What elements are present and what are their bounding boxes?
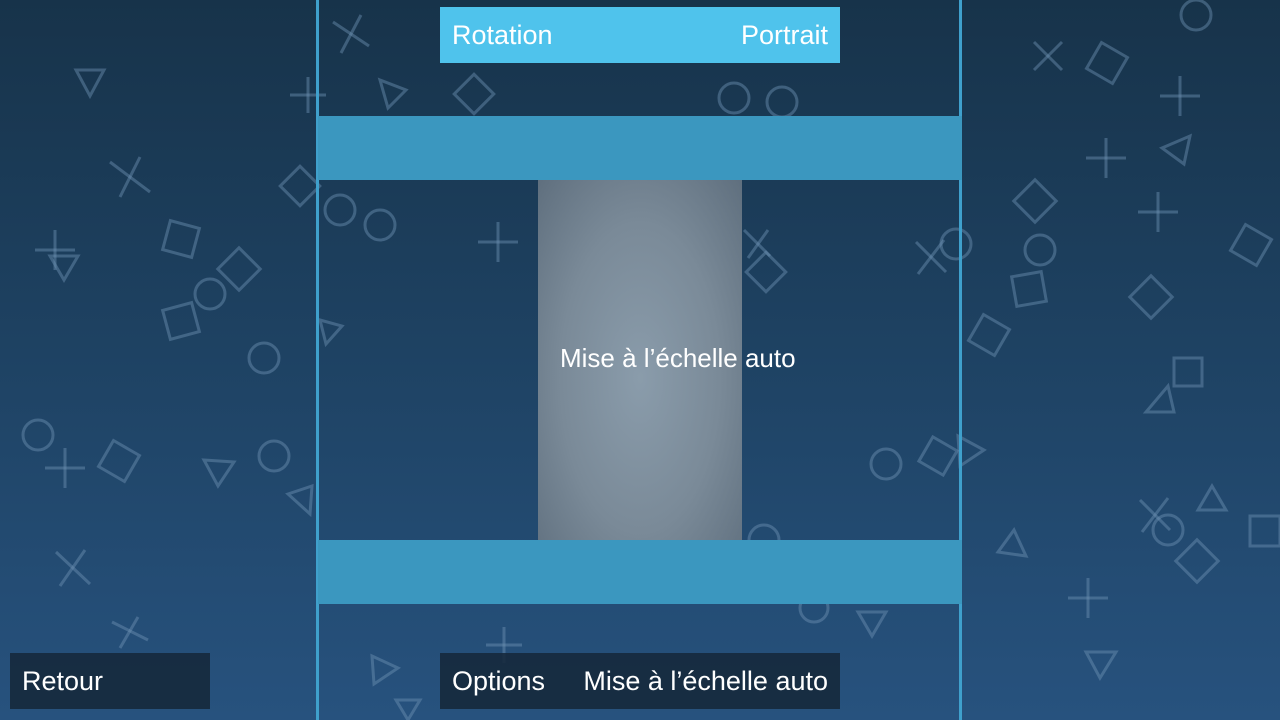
- preview-label: Mise à l’échelle auto: [560, 343, 796, 373]
- circle-icon: [1179, 0, 1213, 32]
- circle-icon: [869, 447, 903, 481]
- triangle-icon: [1083, 650, 1119, 682]
- frame-right-border: [959, 0, 962, 720]
- square-icon: [96, 438, 142, 484]
- cross-icon: [109, 156, 151, 198]
- square-icon: [1009, 269, 1049, 309]
- cross-icon: [1138, 192, 1178, 232]
- triangle-icon: [1142, 382, 1176, 414]
- options-label: Options: [452, 665, 546, 696]
- preview-top-band: [318, 116, 962, 180]
- square-icon: [215, 245, 263, 293]
- square-icon: [278, 164, 322, 208]
- square-icon: [1127, 273, 1175, 321]
- triangle-icon: [317, 317, 345, 348]
- circle-icon: [939, 227, 973, 261]
- cross-icon: [290, 77, 326, 113]
- triangle-icon: [393, 698, 423, 720]
- options-value: Mise à l’échelle auto: [583, 665, 828, 696]
- square-icon: [160, 218, 202, 260]
- square-icon: [1228, 222, 1274, 268]
- back-button[interactable]: Retour: [10, 653, 210, 709]
- circle-icon: [1023, 233, 1057, 267]
- circle-icon: [257, 439, 291, 473]
- frame-left-border: [316, 0, 319, 720]
- rotation-choice[interactable]: Rotation Portrait: [440, 7, 840, 63]
- cross-icon: [1068, 578, 1108, 618]
- square-icon: [1248, 514, 1280, 548]
- square-icon: [916, 434, 960, 478]
- cross-icon: [111, 616, 149, 649]
- cross-icon: [1086, 138, 1126, 178]
- triangle-icon: [285, 483, 314, 518]
- square-icon: [1011, 177, 1059, 225]
- square-icon: [744, 250, 788, 294]
- cross-icon: [54, 549, 92, 587]
- circle-icon: [363, 208, 397, 242]
- triangle-icon: [855, 610, 889, 639]
- square-icon: [160, 300, 202, 342]
- square-icon: [1173, 537, 1221, 585]
- square-icon: [1172, 356, 1204, 388]
- triangle-icon: [370, 653, 402, 687]
- preview-bottom-band: [318, 540, 962, 604]
- triangle-icon: [201, 458, 237, 489]
- options-choice[interactable]: Options Mise à l’échelle auto: [440, 653, 840, 709]
- square-icon: [966, 312, 1012, 358]
- triangle-icon: [995, 527, 1029, 558]
- triangle-icon: [73, 68, 107, 100]
- rotation-value: Portrait: [740, 19, 828, 50]
- rotation-label: Rotation: [452, 19, 553, 50]
- cross-icon: [332, 14, 370, 54]
- circle-icon: [247, 341, 281, 375]
- cross-icon: [1160, 76, 1200, 116]
- cross-icon: [478, 222, 518, 262]
- triangle-icon: [1158, 133, 1193, 167]
- circle-icon: [765, 85, 799, 119]
- circle-icon: [21, 418, 55, 452]
- triangle-icon: [377, 77, 409, 111]
- square-icon: [1084, 40, 1130, 86]
- triangle-icon: [1195, 483, 1229, 512]
- cross-icon: [45, 448, 85, 488]
- circle-icon: [323, 193, 357, 227]
- back-button-label: Retour: [22, 665, 104, 696]
- circle-icon: [193, 277, 227, 311]
- square-icon: [452, 72, 496, 116]
- circle-icon: [717, 81, 751, 115]
- cross-icon: [1032, 40, 1064, 72]
